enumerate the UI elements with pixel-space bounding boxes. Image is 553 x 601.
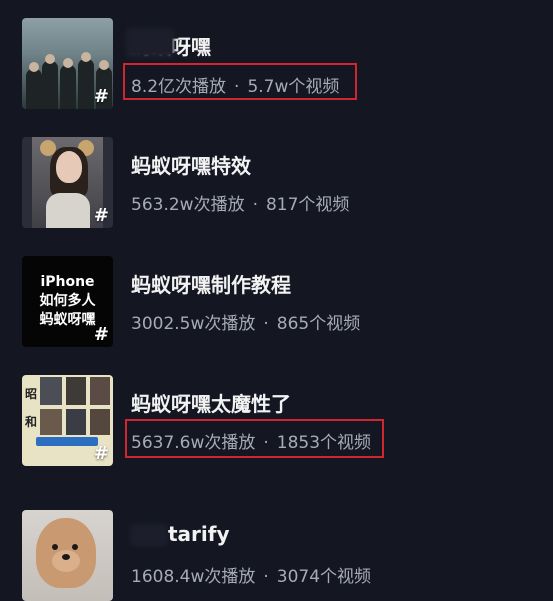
thumbnail-char: 和 <box>25 415 38 429</box>
separator: · <box>263 314 269 334</box>
separator: · <box>263 567 269 587</box>
hashtag-title[interactable]: tarify <box>168 522 230 546</box>
thumbnail-char: 昭 <box>25 387 38 401</box>
hashtag-thumbnail[interactable]: 昭 和 # <box>22 375 113 466</box>
hashtag-icon: # <box>93 443 109 464</box>
highlight-box <box>123 63 357 100</box>
thumbnail-text: iPhone <box>40 274 95 290</box>
hashtag-thumbnail[interactable]: iPhone 如何多人 蚂蚁呀嘿 # <box>22 256 113 347</box>
video-count: 817个视频 <box>265 195 350 215</box>
hashtag-title[interactable]: 蚂蚁呀嘿特效 <box>131 150 251 179</box>
separator: · <box>252 195 258 215</box>
title-redaction <box>126 28 174 58</box>
video-count: 865个视频 <box>276 314 361 334</box>
hashtag-stats: 563.2w次播放 · 817个视频 <box>131 190 349 215</box>
hashtag-stats: 1608.4w次播放 · 3074个视频 <box>131 562 371 587</box>
hashtag-icon: # <box>93 324 109 345</box>
hashtag-row-3[interactable]: iPhone 如何多人 蚂蚁呀嘿 # 蚂蚁呀嘿制作教程 3002.5w次播放 · 8… <box>0 256 553 356</box>
hashtag-thumbnail[interactable] <box>22 510 113 601</box>
hashtag-row-4[interactable]: 昭 和 # 蚂蚁呀嘿太魔性了 5637.6w次播放 · 1853个视频 <box>0 375 553 475</box>
title-redaction <box>130 524 168 546</box>
hashtag-icon: # <box>93 205 109 226</box>
video-count: 3074个视频 <box>276 567 372 587</box>
play-count: 563.2w次播放 <box>131 195 245 215</box>
hashtag-title[interactable]: 蚂蚁呀嘿太魔性了 <box>131 388 291 417</box>
play-count: 1608.4w次播放 <box>131 567 256 587</box>
hashtag-row-1[interactable]: # 蚂蚁呀嘿 8.2亿次播放·5.7w个视频 <box>0 18 553 118</box>
hashtag-row-2[interactable]: # 蚂蚁呀嘿特效 563.2w次播放 · 817个视频 <box>0 137 553 237</box>
hashtag-thumbnail[interactable]: # <box>22 18 113 109</box>
thumbnail-text: 蚂蚁呀嘿 <box>39 312 96 328</box>
hashtag-row-5[interactable]: tarify 1608.4w次播放 · 3074个视频 <box>0 510 553 601</box>
thumbnail-text: 如何多人 <box>39 293 96 309</box>
highlight-box <box>125 419 384 458</box>
hashtag-stats: 3002.5w次播放 · 865个视频 <box>131 309 360 334</box>
hashtag-title[interactable]: 蚂蚁呀嘿制作教程 <box>131 269 291 298</box>
hashtag-thumbnail[interactable]: # <box>22 137 113 228</box>
play-count: 3002.5w次播放 <box>131 314 256 334</box>
hashtag-icon: # <box>93 86 109 107</box>
